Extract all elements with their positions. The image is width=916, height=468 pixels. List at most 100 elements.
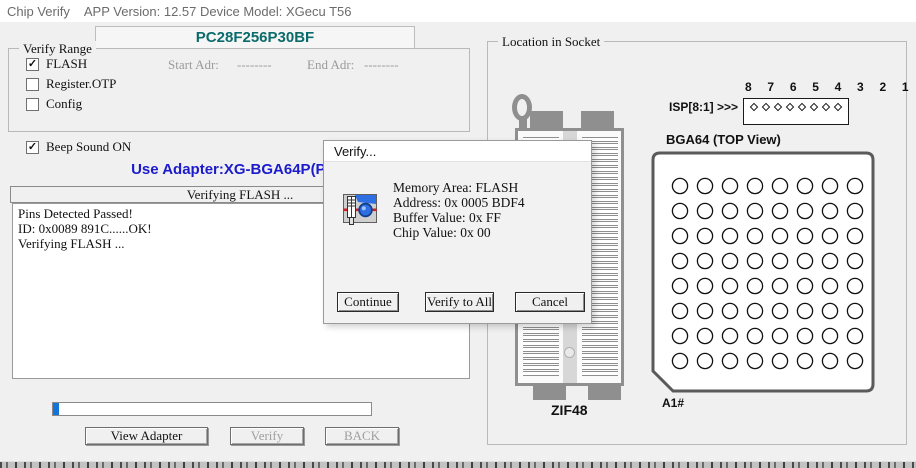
checkbox-register-otp-box bbox=[26, 78, 39, 91]
checkbox-beep-sound-label: Beep Sound ON bbox=[46, 139, 131, 155]
view-adapter-button[interactable]: View Adapter bbox=[85, 427, 208, 445]
bga-ball bbox=[672, 278, 687, 293]
checkbox-config-box bbox=[26, 98, 39, 111]
bga-ball bbox=[772, 253, 787, 268]
bga-ball bbox=[672, 303, 687, 318]
checkbox-config-label: Config bbox=[46, 96, 82, 112]
bga-ball bbox=[697, 203, 712, 218]
bga-ball bbox=[722, 203, 737, 218]
bga-ball bbox=[847, 253, 862, 268]
continue-button[interactable]: Continue bbox=[337, 292, 399, 312]
verify-dialog-details: Memory Area: FLASH Address: 0x 0005 BDF4… bbox=[393, 180, 525, 240]
checkbox-flash-label: FLASH bbox=[46, 56, 87, 72]
bga-ball bbox=[722, 278, 737, 293]
bga-ball bbox=[747, 353, 762, 368]
location-in-socket-label: Location in Socket bbox=[498, 34, 604, 50]
programmer-device-icon bbox=[341, 189, 379, 227]
verify-button[interactable]: Verify bbox=[230, 427, 304, 445]
bga-ball bbox=[747, 303, 762, 318]
isp-pin-diamond bbox=[834, 103, 842, 111]
bga-ball bbox=[672, 328, 687, 343]
bga-ball bbox=[847, 203, 862, 218]
start-adr-value: -------- bbox=[237, 57, 272, 73]
checkbox-config[interactable]: Config bbox=[26, 96, 82, 112]
back-button[interactable]: BACK bbox=[325, 427, 399, 445]
isp-pin-diamond bbox=[810, 103, 818, 111]
bga-ball bbox=[822, 203, 837, 218]
checkbox-register-otp[interactable]: Register.OTP bbox=[26, 76, 116, 92]
zif48-label: ZIF48 bbox=[551, 402, 588, 418]
bga-ball bbox=[822, 253, 837, 268]
bga-ball bbox=[847, 353, 862, 368]
isp-pin-numbers: 8 7 6 5 4 3 2 1 bbox=[745, 80, 855, 94]
progress-bar bbox=[52, 402, 372, 416]
verify-to-all-button[interactable]: Verify to All bbox=[425, 292, 494, 312]
bga-ball bbox=[697, 353, 712, 368]
bga-ball bbox=[722, 228, 737, 243]
bga-ball bbox=[822, 228, 837, 243]
isp-pin-diamond bbox=[822, 103, 830, 111]
bga-ball bbox=[822, 328, 837, 343]
memory-area-line: Memory Area: FLASH bbox=[393, 180, 525, 195]
window-title: Chip Verify bbox=[7, 4, 70, 19]
isp-pin-diamond bbox=[750, 103, 758, 111]
bga-ball bbox=[822, 303, 837, 318]
isp-pin-diamond bbox=[786, 103, 794, 111]
bga-ball bbox=[772, 228, 787, 243]
bga-ball bbox=[797, 253, 812, 268]
bga-ball bbox=[797, 353, 812, 368]
progress-bar-fill bbox=[53, 403, 59, 415]
bga-ball bbox=[772, 353, 787, 368]
end-adr-value: -------- bbox=[364, 57, 399, 73]
checkbox-flash-box: ✓ bbox=[26, 58, 39, 71]
checkbox-beep-sound-box: ✓ bbox=[26, 141, 39, 154]
bga-ball bbox=[772, 278, 787, 293]
bga-ball bbox=[822, 278, 837, 293]
bga-ball bbox=[697, 228, 712, 243]
zif-bottom-tab bbox=[533, 384, 566, 400]
bga-ball bbox=[797, 328, 812, 343]
bga-ball bbox=[797, 228, 812, 243]
bga-ball bbox=[797, 178, 812, 193]
checkbox-flash[interactable]: ✓ FLASH bbox=[26, 56, 87, 72]
bga-ball bbox=[722, 253, 737, 268]
isp-pin-diamond bbox=[774, 103, 782, 111]
bga-ball bbox=[697, 278, 712, 293]
bga-ball bbox=[697, 178, 712, 193]
buffer-value-line: Buffer Value: 0x FF bbox=[393, 210, 525, 225]
bga-ball bbox=[847, 228, 862, 243]
bga-ball bbox=[697, 328, 712, 343]
bga-ball bbox=[697, 253, 712, 268]
start-adr-label: Start Adr: bbox=[168, 57, 219, 73]
taskbar-sliver bbox=[0, 461, 916, 468]
bga-ball bbox=[847, 178, 862, 193]
bga-ball bbox=[672, 203, 687, 218]
verify-dialog-title: Verify... bbox=[324, 141, 591, 162]
bga-ball bbox=[822, 353, 837, 368]
bga-ball bbox=[747, 328, 762, 343]
bga-ball bbox=[772, 178, 787, 193]
bga-ball bbox=[722, 303, 737, 318]
bga-ball bbox=[772, 203, 787, 218]
bga-ball bbox=[847, 328, 862, 343]
bga-ball bbox=[672, 228, 687, 243]
verify-range-label: Verify Range bbox=[19, 41, 96, 57]
verify-dialog: Verify... Memory Area: FLASH Address: 0x… bbox=[323, 140, 592, 324]
bga-ball bbox=[847, 278, 862, 293]
bga-ball bbox=[722, 353, 737, 368]
bga-ball bbox=[672, 178, 687, 193]
checkbox-beep-sound[interactable]: ✓ Beep Sound ON bbox=[26, 139, 131, 155]
bga-ball bbox=[822, 178, 837, 193]
cancel-button[interactable]: Cancel bbox=[515, 292, 585, 312]
isp-connector-diagram bbox=[743, 98, 849, 125]
chip-verify-window: Chip Verify APP Version: 12.57 Device Mo… bbox=[0, 0, 916, 468]
bga-ball bbox=[672, 253, 687, 268]
bga-ball bbox=[847, 303, 862, 318]
checkbox-register-otp-label: Register.OTP bbox=[46, 76, 116, 92]
isp-pin-diamond bbox=[798, 103, 806, 111]
bga-ball bbox=[747, 228, 762, 243]
bga-ball bbox=[747, 253, 762, 268]
app-version-info: APP Version: 12.57 Device Model: XGecu T… bbox=[84, 4, 352, 19]
zif-channel-knob bbox=[564, 347, 575, 358]
end-adr-label: End Adr: bbox=[307, 57, 354, 73]
